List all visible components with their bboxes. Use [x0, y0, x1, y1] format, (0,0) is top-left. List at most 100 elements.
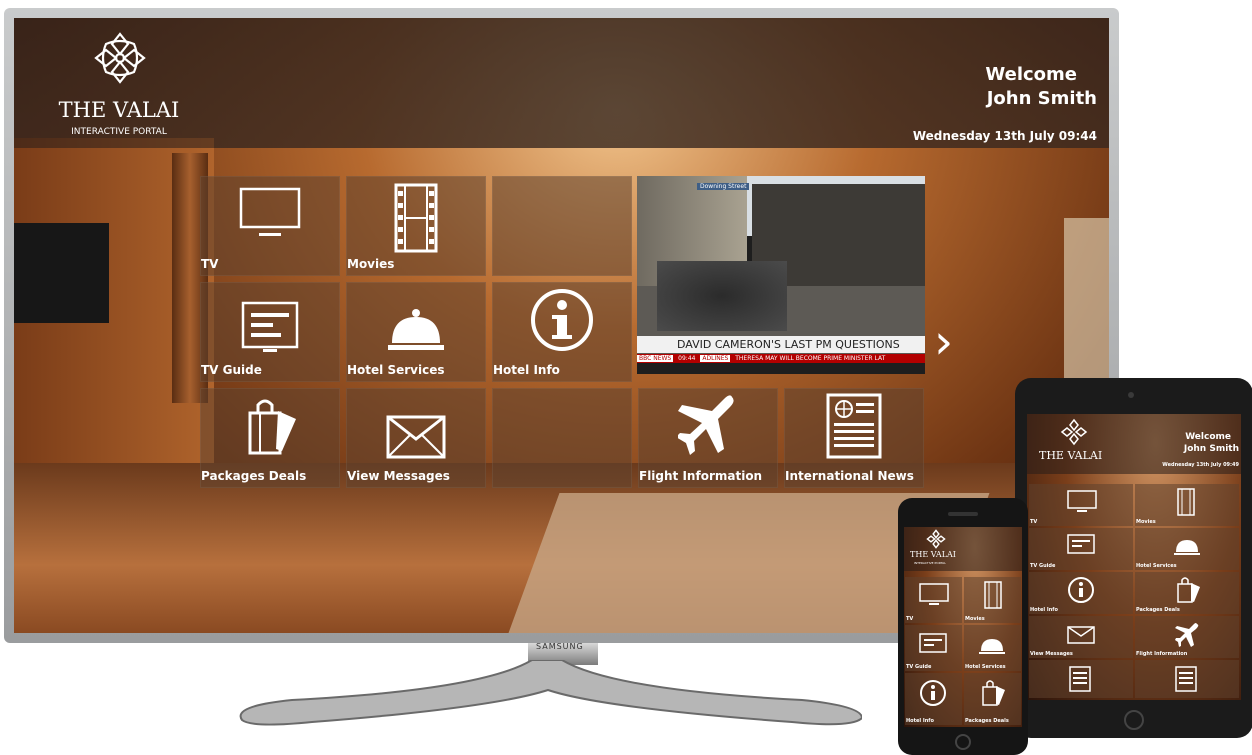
newspaper-icon	[826, 393, 882, 459]
guide-icon	[241, 301, 299, 352]
live-crowd	[657, 261, 787, 331]
device-mockup-stage: THE VALAI INTERACTIVE PORTAL Welcome Joh…	[0, 0, 1252, 755]
phone-header: THE VALAI INTERACTIVE PORTAL	[904, 527, 1022, 571]
shopping-bag-icon	[982, 680, 1005, 706]
tile-hotel-info[interactable]: Hotel Info	[905, 673, 962, 725]
info-icon	[920, 680, 946, 706]
brand-name: THE VALAI	[910, 550, 956, 559]
bell-icon	[1174, 540, 1200, 555]
tile-label: TV Guide	[201, 363, 262, 377]
airplane-icon	[678, 395, 734, 455]
film-icon	[984, 581, 1002, 609]
tile-label: Hotel Info	[906, 718, 934, 724]
brand-subtitle: INTERACTIVE PORTAL	[914, 561, 946, 565]
phone-speaker	[948, 512, 978, 516]
tile-label: View Messages	[347, 469, 450, 483]
tile-label: Packages Deals	[201, 469, 307, 483]
tile-tv-guide[interactable]: TV Guide	[905, 625, 962, 671]
envelope-icon	[1067, 626, 1095, 644]
tablet-camera	[1128, 392, 1134, 398]
tile-hotel-services[interactable]: Hotel Services	[1135, 528, 1239, 570]
tile-tv[interactable]: TV	[200, 176, 340, 276]
welcome-text: Welcome	[985, 64, 1077, 85]
tile-label: Hotel Services	[1136, 563, 1177, 569]
bell-icon	[388, 309, 444, 350]
airplane-icon	[1175, 623, 1199, 647]
tile-label: TV	[201, 257, 219, 271]
tile-tv-guide[interactable]: TV Guide	[1029, 528, 1133, 570]
film-icon	[394, 183, 438, 253]
tile-news[interactable]	[1135, 660, 1239, 698]
ticker-label: ADLINES	[700, 355, 731, 362]
tile-view-messages[interactable]: View Messages	[346, 388, 486, 488]
guide-icon	[1067, 534, 1095, 554]
tv-icon	[1067, 490, 1097, 512]
tile-tv[interactable]: TV	[1029, 484, 1133, 526]
tile-label: Hotel Services	[347, 363, 445, 377]
tile-flight-information[interactable]: Flight Information	[638, 388, 778, 488]
tile-tv[interactable]: TV	[905, 577, 962, 623]
valai-logo-icon	[926, 529, 946, 549]
tile-label: TV	[906, 616, 914, 622]
tile-empty	[492, 388, 632, 488]
tile-label: Movies	[965, 616, 985, 622]
channel-time: 09:44	[678, 355, 696, 362]
tile-view-messages[interactable]: View Messages	[1029, 616, 1133, 658]
guest-name: John Smith	[1183, 444, 1239, 454]
brand-name: THE VALAI	[1039, 449, 1103, 462]
tile-movies[interactable]: Movies	[346, 176, 486, 276]
tile-label: TV Guide	[1030, 563, 1056, 569]
phone-device: THE VALAI INTERACTIVE PORTAL TV Movies T…	[898, 498, 1028, 755]
live-tv-preview[interactable]: Downing Street DAVID CAMERON'S LAST PM Q…	[637, 176, 925, 374]
tile-label: TV	[1030, 519, 1038, 525]
newspaper-icon	[1175, 666, 1197, 692]
brand-subtitle: INTERACTIVE PORTAL	[71, 127, 167, 137]
tile-hotel-info[interactable]: Hotel Info	[1029, 572, 1133, 614]
brand-name: THE VALAI	[58, 98, 180, 122]
tile-hotel-services[interactable]: Hotel Services	[346, 282, 486, 382]
tile-label: International News	[785, 469, 914, 483]
tile-label: View Messages	[1030, 651, 1073, 657]
phone-portal-screen: THE VALAI INTERACTIVE PORTAL TV Movies T…	[904, 527, 1022, 727]
room-wall-tv	[14, 223, 109, 323]
date-time: Wednesday 13th July 09:44	[912, 129, 1097, 143]
tablet-device: THE VALAI Welcome John Smith Wednesday 1…	[1015, 378, 1252, 738]
tablet-home-button[interactable]	[1124, 710, 1144, 730]
live-headline: DAVID CAMERON'S LAST PM QUESTIONS	[637, 336, 925, 353]
tile-flight-information[interactable]: Flight Information	[1135, 616, 1239, 658]
phone-home-button[interactable]	[955, 734, 971, 750]
valai-logo-icon	[94, 32, 146, 84]
live-ticker: BBC NEWS 09:44 ADLINES THERESA MAY WILL …	[637, 354, 925, 363]
tile-movies[interactable]: Movies	[964, 577, 1021, 623]
tile-label: Flight Information	[1136, 651, 1188, 657]
info-icon	[1068, 577, 1094, 603]
tile-news[interactable]	[1029, 660, 1133, 698]
tile-hotel-info[interactable]: Hotel Info	[492, 282, 632, 382]
info-icon	[531, 289, 593, 351]
tile-movies[interactable]: Movies	[1135, 484, 1239, 526]
tile-packages-deals[interactable]: Packages Deals	[1135, 572, 1239, 614]
envelope-icon	[386, 415, 446, 459]
tv-icon	[919, 583, 949, 605]
tile-international-news[interactable]: International News	[784, 388, 924, 488]
shopping-bag-icon	[248, 399, 296, 455]
tile-packages-deals[interactable]: Packages Deals	[200, 388, 340, 488]
live-location-tag: Downing Street	[697, 183, 750, 190]
tile-label: Movies	[347, 257, 395, 271]
tile-tv-guide[interactable]: TV Guide	[200, 282, 340, 382]
tile-label: Hotel Info	[1030, 607, 1058, 613]
tablet-header: THE VALAI Welcome John Smith Wednesday 1…	[1027, 414, 1241, 474]
newspaper-icon	[1069, 666, 1091, 692]
tile-label: Packages Deals	[1136, 607, 1180, 613]
portal-header: THE VALAI INTERACTIVE PORTAL Welcome Joh…	[14, 18, 1109, 148]
ticker-text: THERESA MAY WILL BECOME PRIME MINISTER L…	[735, 355, 886, 362]
next-page-arrow-icon[interactable]: ›	[934, 318, 953, 366]
tile-label: Movies	[1136, 519, 1156, 525]
tablet-portal-screen: THE VALAI Welcome John Smith Wednesday 1…	[1027, 414, 1241, 700]
bell-icon	[979, 639, 1005, 654]
film-icon	[1177, 488, 1195, 516]
tile-hotel-services[interactable]: Hotel Services	[964, 625, 1021, 671]
shopping-bag-icon	[1177, 577, 1200, 603]
tile-packages-deals[interactable]: Packages Deals	[964, 673, 1021, 725]
tile-label: Flight Information	[639, 469, 763, 483]
